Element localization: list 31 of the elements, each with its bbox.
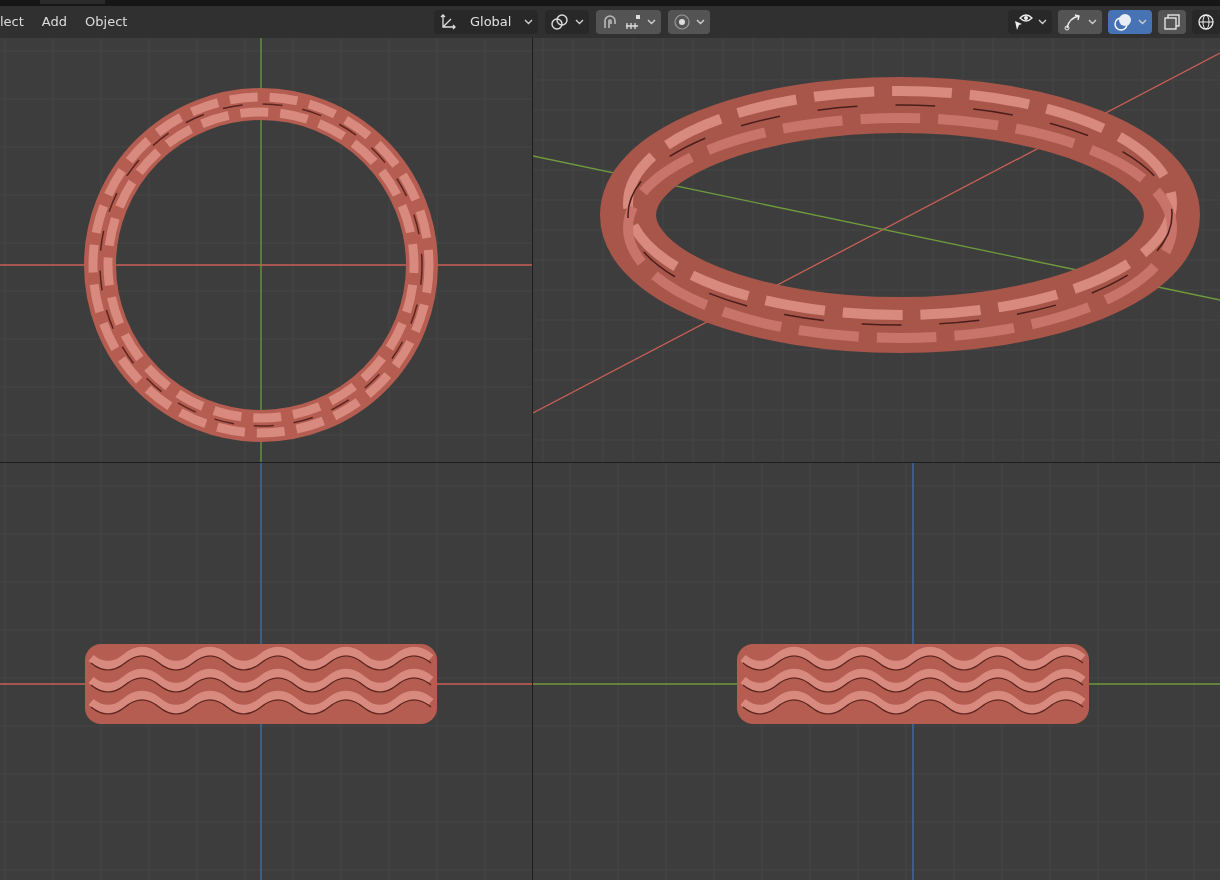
caret-icon: [1038, 19, 1047, 25]
caret-icon: [524, 19, 534, 25]
proportional-edit-icon: [673, 13, 692, 31]
snap-toggle[interactable]: [596, 10, 662, 34]
caret-icon: [696, 19, 706, 25]
overlay-toggle[interactable]: [1108, 10, 1152, 34]
caret-icon: [1138, 19, 1147, 25]
wireframe-sphere-icon: [1197, 13, 1215, 31]
viewport[interactable]: [0, 463, 532, 880]
orientation-dropdown[interactable]: Global: [433, 10, 539, 34]
proportional-edit-toggle[interactable]: [668, 10, 711, 34]
curve-arrow-icon: [1063, 12, 1083, 32]
caret-icon: [1088, 19, 1097, 25]
xray-toggle[interactable]: [1158, 10, 1186, 34]
xray-icon: [1163, 13, 1181, 31]
selectability-dropdown[interactable]: [1008, 10, 1052, 34]
viewport[interactable]: [0, 38, 532, 462]
increment-icon: [624, 13, 643, 31]
viewport[interactable]: [533, 463, 1220, 880]
overlay-icon: [1113, 12, 1133, 32]
shading-button[interactable]: [1192, 10, 1220, 34]
gizmo-toggle[interactable]: [1058, 10, 1102, 34]
menu-item[interactable]: Add: [32, 8, 77, 36]
pivot-icon: [550, 13, 571, 31]
caret-icon: [647, 19, 657, 25]
axes-icon: [438, 13, 457, 31]
eye-cursor-icon: [1013, 12, 1033, 32]
caret-icon: [575, 19, 585, 25]
menu-item[interactable]: lect: [0, 8, 33, 36]
pivot-dropdown[interactable]: [545, 10, 590, 34]
menu-item[interactable]: Object: [76, 8, 137, 36]
